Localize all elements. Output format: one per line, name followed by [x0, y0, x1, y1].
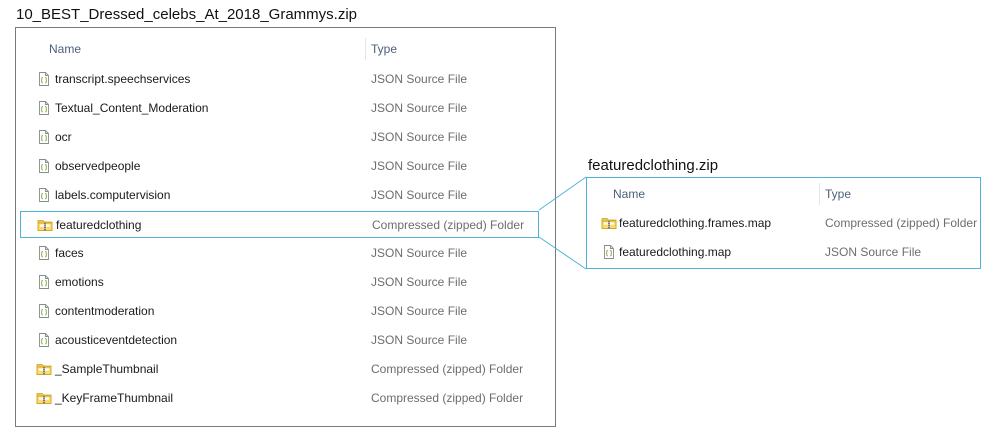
file-row[interactable]: _KeyFrameThumbnail Compressed (zipped) Fo… [20, 385, 539, 412]
file-row[interactable]: _SampleThumbnail Compressed (zipped) Fold… [20, 356, 539, 383]
file-row[interactable]: featuredclothing.map JSON Source File [591, 239, 976, 266]
file-row[interactable]: faces JSON Source File [20, 240, 539, 267]
file-name: featuredclothing.map [619, 245, 732, 259]
file-name: _SampleThumbnail [55, 362, 159, 376]
file-row[interactable]: observedpeople JSON Source File [20, 153, 539, 180]
file-row[interactable]: Textual_Content_Moderation JSON Source Fi… [20, 95, 539, 122]
column-header-type[interactable]: Type [371, 42, 397, 56]
file-row[interactable]: transcript.speechservices JSON Source Fil… [20, 66, 539, 93]
file-row[interactable]: emotions JSON Source File [20, 269, 539, 296]
file-name: labels.computervision [55, 188, 171, 202]
file-name: acousticeventdetection [55, 333, 178, 347]
file-type: JSON Source File [371, 72, 468, 86]
file-name: contentmoderation [55, 304, 155, 318]
file-name: observedpeople [55, 159, 141, 173]
zip-folder-icon [37, 217, 53, 233]
archive-title: 10_BEST_Dressed_celebs_At_2018_Grammys.z… [16, 6, 358, 23]
file-type: Compressed (zipped) Folder [825, 216, 978, 230]
zip-folder-icon [36, 390, 52, 406]
column-divider[interactable] [819, 183, 820, 205]
zip-folder-icon [601, 215, 617, 231]
file-type: JSON Source File [371, 246, 468, 260]
column-header-name[interactable]: Name [49, 42, 81, 56]
json-file-icon [601, 244, 617, 260]
file-type: JSON Source File [371, 275, 468, 289]
file-row[interactable]: ocr JSON Source File [20, 124, 539, 151]
nested-archive-title: featuredclothing.zip [588, 157, 719, 174]
file-name: featuredclothing [56, 218, 142, 232]
file-row[interactable]: acousticeventdetection JSON Source File [20, 327, 539, 354]
file-row-selected[interactable]: featuredclothing Compressed (zipped) Fold… [20, 211, 539, 238]
file-name: Textual_Content_Moderation [55, 101, 209, 115]
file-type: JSON Source File [371, 304, 468, 318]
nested-archive-file-list: Name Type featuredclothing.frames.map Com… [586, 177, 981, 269]
column-header-name[interactable]: Name [613, 187, 645, 201]
file-row[interactable]: featuredclothing.frames.map Compressed (z… [591, 210, 978, 237]
archive-file-list: Name Type transcript.speechservices JSON … [15, 27, 556, 427]
json-file-icon [36, 332, 52, 348]
json-file-icon [36, 158, 52, 174]
file-type: JSON Source File [371, 188, 468, 202]
file-type: Compressed (zipped) Folder [371, 362, 524, 376]
file-type: JSON Source File [371, 101, 468, 115]
json-file-icon [36, 245, 52, 261]
file-name: faces [55, 246, 84, 260]
json-file-icon [36, 100, 52, 116]
file-type: JSON Source File [371, 130, 468, 144]
file-type: JSON Source File [371, 333, 468, 347]
file-type: JSON Source File [825, 245, 922, 259]
column-header-type[interactable]: Type [825, 187, 851, 201]
file-type: Compressed (zipped) Folder [372, 218, 525, 232]
json-file-icon [36, 187, 52, 203]
file-name: featuredclothing.frames.map [619, 216, 772, 230]
file-name: emotions [55, 275, 104, 289]
file-name: ocr [55, 130, 72, 144]
json-file-icon [36, 71, 52, 87]
file-type: JSON Source File [371, 159, 468, 173]
file-row[interactable]: labels.computervision JSON Source File [20, 182, 539, 209]
file-type: Compressed (zipped) Folder [371, 391, 524, 405]
json-file-icon [36, 129, 52, 145]
json-file-icon [36, 303, 52, 319]
column-divider[interactable] [365, 38, 366, 60]
json-file-icon [36, 274, 52, 290]
file-name: transcript.speechservices [55, 72, 191, 86]
file-row[interactable]: contentmoderation JSON Source File [20, 298, 539, 325]
zip-folder-icon [36, 361, 52, 377]
file-name: _KeyFrameThumbnail [55, 391, 174, 405]
